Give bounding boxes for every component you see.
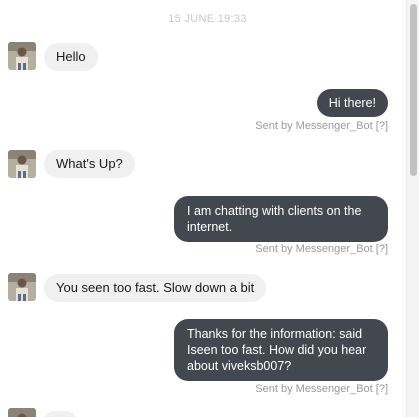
help-link[interactable]: [?] [376, 243, 388, 255]
help-link[interactable]: [?] [376, 120, 388, 132]
outgoing-message: Hi there! [316, 89, 388, 117]
sent-by-label: Sent by Messenger_Bot [?] [255, 120, 388, 132]
chat-window: 15 JUNE 19:33 Hello Hi there! Sent by Me… [0, 0, 419, 417]
date-stamp: 15 JUNE 19:33 [168, 13, 247, 25]
scrollbar-thumb[interactable] [410, 4, 417, 176]
sent-by-label: Sent by Messenger_Bot [?] [255, 243, 388, 255]
incoming-message-partial [44, 411, 76, 417]
sent-by-text: Sent by Messenger_Bot [255, 120, 373, 132]
outgoing-message: I am chatting with clients on the intern… [174, 196, 388, 242]
incoming-message: You seen too fast. Slow down a bit [44, 274, 267, 302]
help-link[interactable]: [?] [376, 383, 388, 395]
user-avatar-icon[interactable] [8, 273, 36, 301]
sent-by-label: Sent by Messenger_Bot [?] [255, 383, 388, 395]
incoming-message: Hello [44, 43, 98, 71]
sent-by-text: Sent by Messenger_Bot [255, 243, 373, 255]
incoming-message: What's Up? [44, 150, 135, 178]
sent-by-text: Sent by Messenger_Bot [255, 383, 373, 395]
outgoing-message: Thanks for the information: said Iseen t… [174, 319, 388, 381]
user-avatar-icon[interactable] [8, 408, 36, 417]
user-avatar-icon[interactable] [8, 150, 36, 178]
user-avatar-icon[interactable] [8, 42, 36, 70]
scrollbar[interactable] [406, 0, 419, 417]
